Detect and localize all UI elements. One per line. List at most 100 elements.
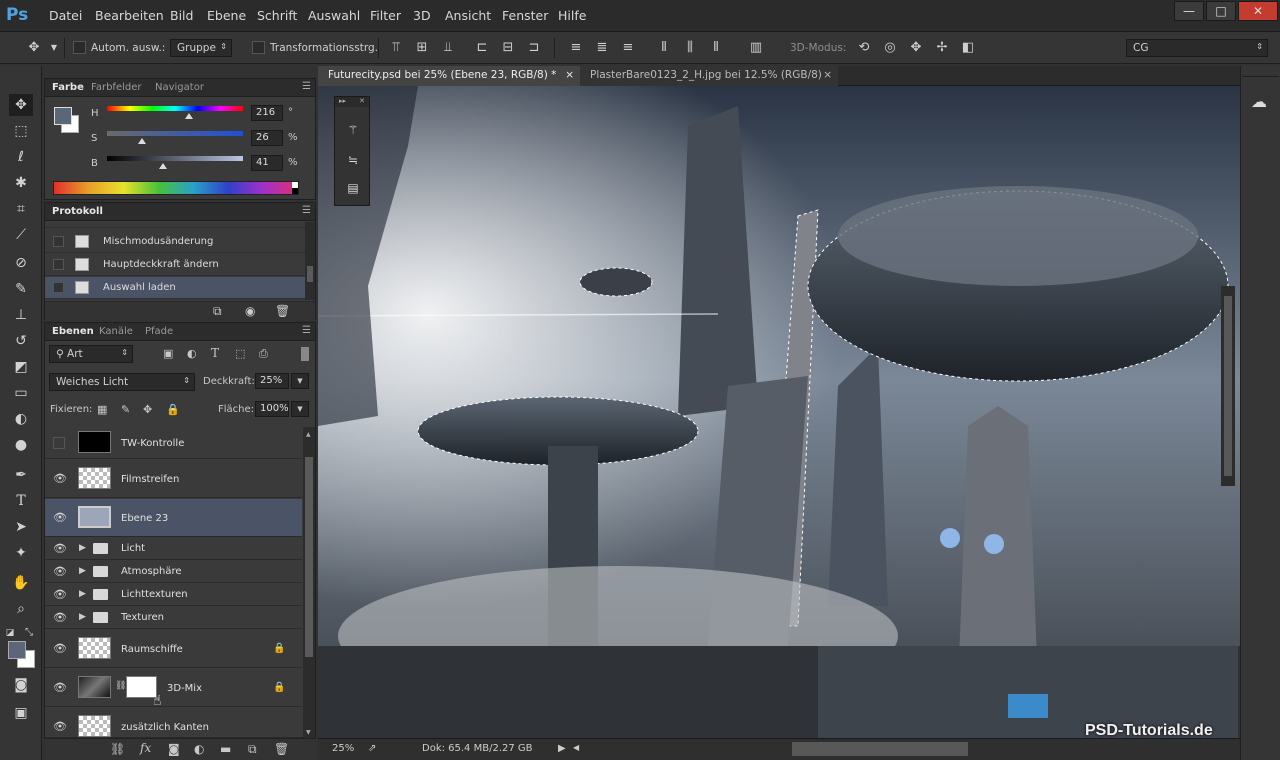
h-input[interactable]: 216 — [251, 105, 283, 121]
lock-transparency-icon[interactable]: ▦ — [97, 403, 107, 416]
status-menu-arrow-icon[interactable]: ▶ — [558, 743, 566, 754]
fx-icon[interactable]: fx — [140, 741, 151, 755]
transform-controls-checkbox[interactable] — [252, 41, 265, 54]
history-item[interactable]: Mischmodusänderung — [45, 231, 305, 253]
tab-farbe[interactable]: Farbe — [52, 82, 84, 93]
slide-3d-icon[interactable]: ✢ — [934, 40, 950, 56]
dodge-tool-icon[interactable]: ● — [9, 434, 33, 456]
panel-menu-icon[interactable]: ☰ — [302, 205, 311, 216]
panel-menu-icon[interactable]: ☰ — [302, 81, 311, 92]
fill-chevron-icon[interactable]: ▼ — [291, 401, 309, 417]
layer-group-row[interactable]: 👁 ▶ Lichttexturen — [45, 584, 302, 606]
zoom-readout[interactable]: 25% — [332, 743, 354, 754]
expand-arrow-icon[interactable]: ▶ — [79, 566, 86, 576]
layers-scrollbar[interactable]: ▲ ▼ — [303, 427, 315, 738]
history-checkbox[interactable] — [53, 259, 64, 270]
align-top-icon[interactable]: ⫪ — [388, 40, 404, 56]
layer-group-row[interactable]: 👁 ▶ Licht — [45, 538, 302, 560]
document-tab-active[interactable]: Futurecity.psd bei 25% (Ebene 23, RGB/8)… — [318, 66, 580, 86]
s-slider[interactable] — [107, 131, 243, 136]
lock-pixels-icon[interactable]: ✎ — [121, 403, 130, 416]
orbit-3d-icon[interactable]: ⟲ — [856, 40, 872, 56]
opacity-chevron-icon[interactable]: ▼ — [291, 373, 309, 389]
close-tab-icon[interactable]: × — [823, 69, 832, 81]
eye-icon[interactable]: 👁 — [53, 589, 67, 600]
auto-select-dropdown[interactable]: Gruppe ⇕ — [170, 39, 232, 57]
link-icon[interactable]: ⛓ — [110, 742, 125, 756]
adjustment-icon[interactable]: ◐ — [194, 742, 204, 756]
s-slider-knob[interactable] — [138, 138, 147, 144]
fill-input[interactable]: 100% — [255, 401, 289, 417]
history-checkbox[interactable] — [53, 236, 64, 247]
canvas-vertical-scrollbar[interactable] — [1221, 286, 1235, 486]
black-ramp-swatch[interactable] — [292, 188, 298, 194]
creative-cloud-icon[interactable]: ☁ — [1251, 92, 1267, 111]
s-input[interactable]: 26 — [251, 130, 283, 146]
distribute-bottom-icon[interactable]: ≡ — [620, 40, 636, 56]
layer-filter-dropdown[interactable]: ⚲ Art ⇕ — [49, 345, 133, 363]
drag-3d-icon[interactable]: ✥ — [908, 40, 924, 56]
align-right-icon[interactable]: ⊐ — [526, 40, 542, 56]
history-brush-tool-icon[interactable]: ↺ — [9, 330, 33, 352]
scale-3d-icon[interactable]: ◧ — [960, 40, 976, 56]
eye-icon[interactable]: 👁 — [53, 566, 67, 577]
foreground-color-swatch[interactable] — [8, 641, 26, 659]
auto-select-checkbox[interactable] — [73, 41, 86, 54]
menu-auswahl[interactable]: Auswahl — [308, 8, 360, 23]
eye-icon[interactable]: 👁 — [53, 543, 67, 554]
distribute-hcenter-icon[interactable]: ⫼ — [682, 40, 698, 56]
opacity-input[interactable]: 25% — [255, 373, 289, 389]
eraser-tool-icon[interactable]: ◩ — [9, 356, 33, 378]
eye-icon[interactable]: 👁 — [53, 643, 67, 654]
layer-row-selected[interactable]: 👁 Ebene 23 — [45, 499, 302, 537]
new-document-from-state-icon[interactable]: ⧉ — [213, 304, 222, 319]
hand-tool-icon[interactable]: ✋ — [9, 572, 33, 594]
layers-scroll-thumb[interactable] — [305, 457, 313, 657]
move-tool-icon[interactable]: ✥ — [9, 94, 33, 116]
history-item-selected[interactable]: Auswahl laden — [45, 277, 305, 299]
smart-object-filter-icon[interactable]: ⎙ — [259, 347, 268, 361]
lock-position-icon[interactable]: ✥ — [143, 403, 152, 416]
menu-bild[interactable]: Bild — [170, 8, 193, 23]
tab-protokoll[interactable]: Protokoll — [52, 206, 103, 217]
lasso-tool-icon[interactable]: ℓ — [9, 146, 33, 168]
quick-mask-icon[interactable]: ◙ — [9, 674, 33, 696]
expand-arrow-icon[interactable]: ▶ — [79, 612, 86, 622]
b-slider[interactable] — [107, 156, 243, 161]
chevron-down-icon[interactable]: ▼ — [46, 40, 62, 56]
healing-brush-tool-icon[interactable]: ⊘ — [9, 252, 33, 274]
tab-kanaele[interactable]: Kanäle — [99, 326, 133, 337]
menu-hilfe[interactable]: Hilfe — [558, 8, 586, 23]
screen-mode-icon[interactable]: ▣ — [9, 702, 33, 724]
tab-pfade[interactable]: Pfade — [145, 326, 173, 337]
tab-navigator[interactable]: Navigator — [155, 82, 204, 93]
type-tool-icon[interactable]: T — [9, 490, 33, 512]
shape-filter-icon[interactable]: ⬚ — [235, 347, 245, 360]
scroll-down-icon[interactable]: ▼ — [306, 729, 311, 736]
visibility-off-box[interactable] — [53, 437, 65, 449]
align-hcenter-icon[interactable]: ⊟ — [500, 40, 516, 56]
layer-group-row[interactable]: 👁 ▶ Texturen — [45, 607, 302, 629]
distribute-left-icon[interactable]: ⦀ — [656, 40, 672, 56]
path-selection-tool-icon[interactable]: ➤ — [9, 516, 33, 538]
menu-bearbeiten[interactable]: Bearbeiten — [95, 8, 164, 23]
scroll-up-icon[interactable]: ▲ — [306, 431, 311, 438]
layer-comps-icon[interactable]: ▤ — [345, 181, 361, 197]
eye-icon[interactable]: 👁 — [53, 612, 67, 623]
lock-all-icon[interactable]: 🔒 — [166, 403, 180, 416]
layer-row[interactable]: 👁 ⛓ 3D-Mix 🔒 ☝ — [45, 669, 302, 709]
layer-group-row[interactable]: 👁 ▶ Atmosphäre — [45, 561, 302, 583]
expand-arrow-icon[interactable]: ▶ — [79, 589, 86, 599]
menu-fenster[interactable]: Fenster — [502, 8, 548, 23]
document-tab[interactable]: PlasterBare0123_2_H.jpg bei 12.5% (RGB/8… — [580, 66, 838, 86]
mini-panel-header[interactable]: ▸▸ ✕ — [335, 97, 369, 107]
tab-ebenen[interactable]: Ebenen — [52, 326, 94, 337]
stamp-tool-icon[interactable]: ⊥ — [9, 304, 33, 326]
pixel-filter-icon[interactable]: ▣ — [163, 347, 173, 360]
history-scrollbar[interactable] — [305, 222, 315, 300]
brush-presets-icon[interactable]: ⚚ — [345, 123, 361, 139]
magic-wand-tool-icon[interactable]: ✱ — [9, 172, 33, 194]
canvas-vertical-scroll-thumb[interactable] — [1224, 296, 1232, 476]
b-slider-knob[interactable] — [158, 163, 167, 169]
align-bottom-icon[interactable]: ⫫ — [440, 40, 456, 56]
